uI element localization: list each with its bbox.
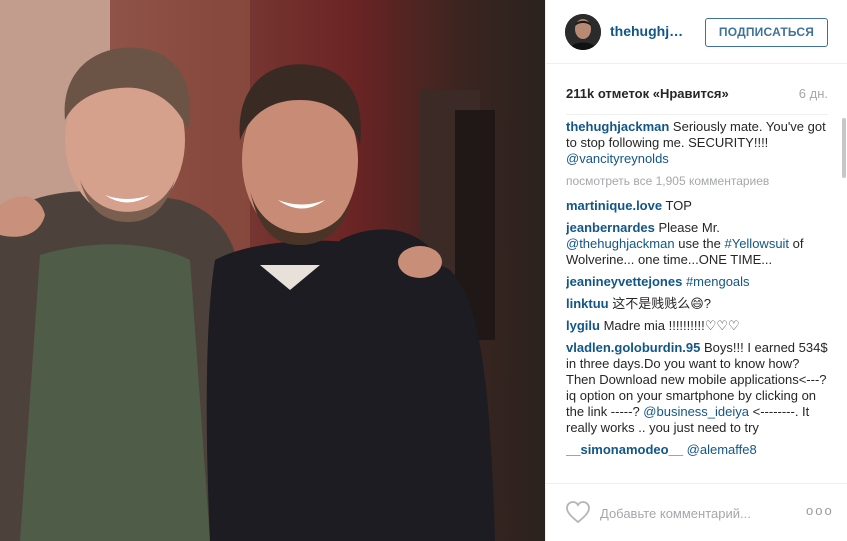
- comment-item: __simonamodeo__ @alemaffe8: [566, 442, 831, 458]
- comment-item: linktuu 这不是贱贱么😄?: [566, 296, 831, 312]
- comment-text: use the: [674, 236, 725, 251]
- likes-count[interactable]: 211k отметок «Нравится»: [566, 86, 729, 101]
- heart-outline-icon[interactable]: [565, 500, 591, 524]
- comment-item: jeanineyvettejones #mengoals: [566, 274, 831, 290]
- scrollbar-thumb[interactable]: [842, 118, 846, 178]
- comment-username[interactable]: __simonamodeo__: [566, 442, 683, 457]
- caption-username[interactable]: thehughjackman: [566, 119, 669, 134]
- comment-link[interactable]: #Yellowsuit: [724, 236, 789, 251]
- comment-username[interactable]: lygilu: [566, 318, 600, 333]
- follow-button[interactable]: ПОДПИСАТЬСЯ: [705, 18, 828, 47]
- comment-username[interactable]: linktuu: [566, 296, 609, 311]
- comment-username[interactable]: jeanbernardes: [566, 220, 655, 235]
- photo-illustration: [0, 0, 495, 541]
- avatar-image: [565, 14, 601, 50]
- photo-right-sweater: [206, 240, 495, 541]
- more-options-icon[interactable]: ooo: [806, 503, 834, 518]
- comment-link[interactable]: @alemaffe8: [687, 442, 757, 457]
- caption: thehughjackman Seriously mate. You've go…: [566, 119, 831, 167]
- comment-item: lygilu Madre mia !!!!!!!!!!♡♡♡: [566, 318, 831, 334]
- comment-link[interactable]: @business_ideiya: [643, 404, 749, 419]
- comment-items: martinique.love TOP jeanbernardes Please …: [566, 198, 831, 458]
- comments-scrollbar[interactable]: [842, 118, 846, 482]
- comment-text: Madre mia !!!!!!!!!!♡♡♡: [603, 318, 740, 333]
- comment-input[interactable]: [600, 502, 800, 524]
- comment-item: vladlen.goloburdin.95 Boys!!! I earned 5…: [566, 340, 831, 436]
- comment-link[interactable]: #mengoals: [686, 274, 750, 289]
- post-header: thehughjackman ПОДПИСАТЬСЯ: [546, 0, 847, 64]
- comments-list: thehughjackman Seriously mate. You've go…: [566, 119, 831, 483]
- comment-item: jeanbernardes Please Mr. @thehughjackman…: [566, 220, 831, 268]
- caption-mention[interactable]: @vancityreynolds: [566, 151, 669, 166]
- comment-username[interactable]: martinique.love: [566, 198, 662, 213]
- user-avatar[interactable]: [565, 14, 601, 50]
- comment-link[interactable]: @thehughjackman: [566, 236, 675, 251]
- post-photo[interactable]: [0, 0, 545, 541]
- view-all-comments-link[interactable]: посмотреть все 1,905 комментариев: [566, 173, 831, 189]
- post-footer: ooo: [546, 483, 847, 541]
- comment-username[interactable]: jeanineyvettejones: [566, 274, 682, 289]
- header-username[interactable]: thehughjackman: [610, 23, 688, 39]
- likes-row: 211k отметок «Нравится» 6 дн.: [566, 86, 828, 104]
- comment-item: martinique.love TOP: [566, 198, 831, 214]
- comment-text: Please Mr.: [658, 220, 720, 235]
- post-side-panel: thehughjackman ПОДПИСАТЬСЯ 211k отметок …: [545, 0, 847, 541]
- photo-left-shirt: [20, 244, 210, 541]
- comment-username[interactable]: vladlen.goloburdin.95: [566, 340, 700, 355]
- comment-text: TOP: [665, 198, 692, 213]
- post-time[interactable]: 6 дн.: [799, 86, 828, 101]
- divider: [566, 114, 828, 115]
- comment-text: 这不是贱贱么😄?: [612, 296, 712, 311]
- photo-right-hand: [398, 246, 442, 278]
